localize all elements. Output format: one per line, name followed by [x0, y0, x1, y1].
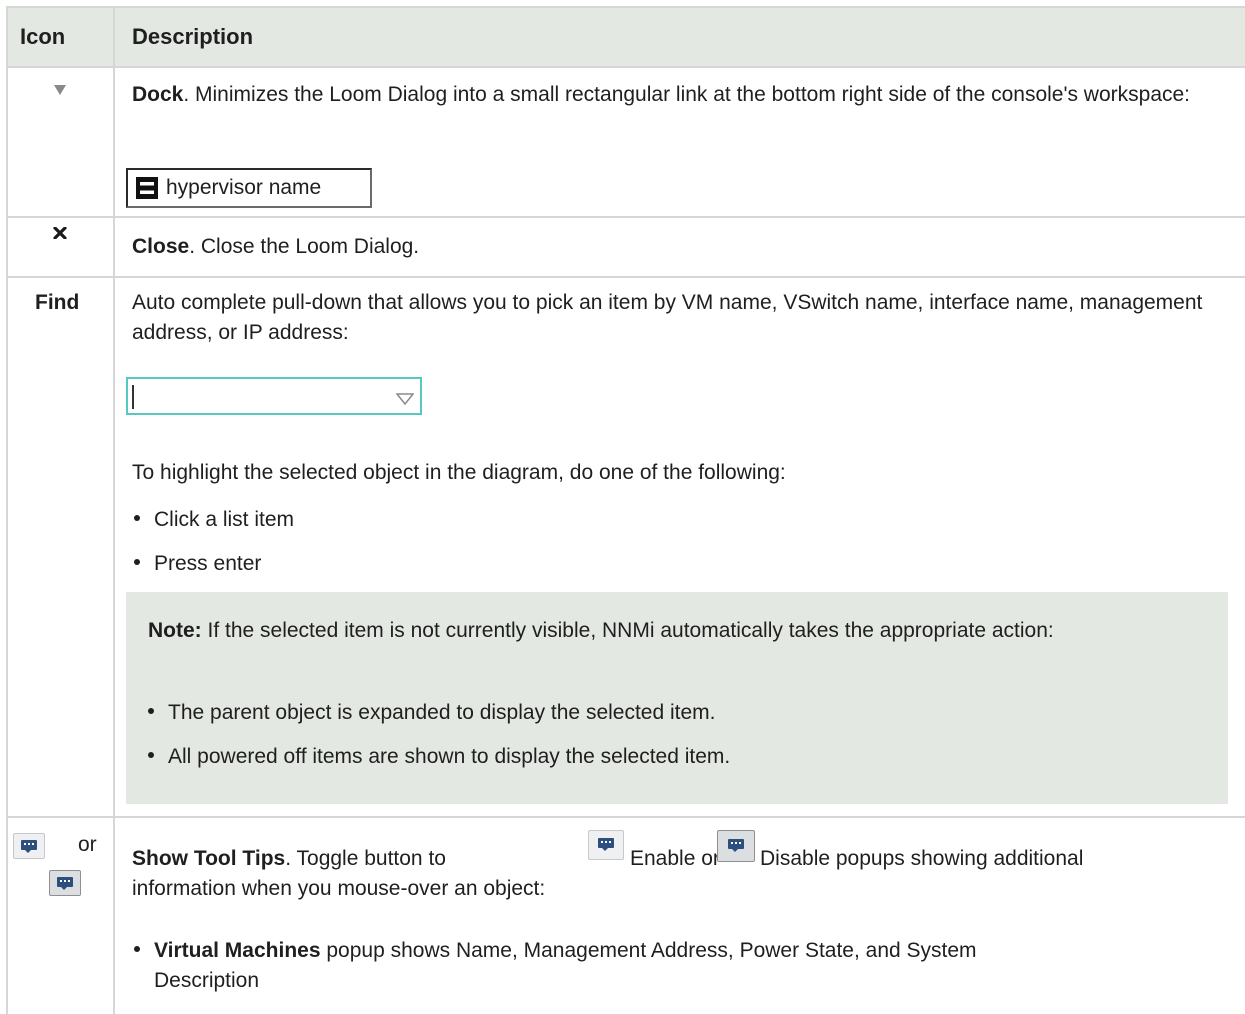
icon-or-text: or	[78, 833, 97, 856]
list-item-continuation: Description	[154, 969, 260, 992]
highlight-intro: To highlight the selected object in the …	[132, 461, 786, 484]
text-caret	[132, 385, 134, 409]
dock-chip-label: hypervisor name	[166, 176, 322, 199]
note-label: Note:	[148, 619, 202, 642]
dock-link-chip[interactable]: hypervisor name	[126, 168, 372, 208]
bullet-icon	[134, 515, 140, 522]
dropdown-arrow-icon[interactable]	[396, 393, 414, 405]
bullet-icon	[134, 559, 140, 566]
row-divider	[8, 816, 1245, 818]
close-text: . Close the Loom Dialog.	[189, 235, 420, 258]
bullet-icon	[148, 708, 154, 715]
close-title: Close	[132, 235, 190, 258]
icon-description-table: Icon Description Dock. Minimizes the Loo…	[6, 6, 1245, 1014]
header-icon: Icon	[20, 24, 66, 49]
row-divider	[8, 216, 1245, 218]
header-description: Description	[132, 24, 254, 49]
hypervisor-icon	[136, 177, 158, 199]
find-label: Find	[35, 291, 80, 314]
table-header: Icon Description	[8, 8, 1245, 68]
dock-title: Dock	[132, 83, 184, 106]
disable-text: Disable popups showing additional	[760, 847, 1084, 870]
bullet-icon	[134, 946, 140, 953]
row-divider	[8, 276, 1245, 278]
tooltip-enabled-icon[interactable]	[13, 833, 45, 859]
tooltips-title: Show Tool Tips	[132, 847, 286, 870]
tooltips-description-line2: information when you mouse-over an objec…	[132, 877, 546, 900]
tooltip-disable-icon[interactable]	[717, 830, 755, 862]
bullet-icon	[148, 752, 154, 759]
tooltip-enable-icon[interactable]	[588, 830, 624, 860]
list-item: Click a list item	[134, 505, 294, 535]
list-item: All powered off items are shown to displ…	[148, 742, 730, 772]
tooltip-disabled-icon[interactable]	[49, 870, 81, 896]
find-autocomplete-input[interactable]	[126, 377, 422, 415]
note-box: Note: If the selected item is not curren…	[126, 592, 1228, 804]
dock-text: . Minimizes the Loom Dialog into a small…	[183, 83, 1191, 106]
tooltips-description: Show Tool Tips. Toggle button to	[132, 847, 446, 870]
close-x-icon[interactable]	[53, 227, 67, 239]
list-item: The parent object is expanded to display…	[148, 698, 716, 728]
enable-text: Enable or	[630, 847, 720, 870]
find-description: Auto complete pull-down that allows you …	[132, 291, 1203, 344]
list-item: Virtual Machines popup shows Name, Manag…	[134, 936, 1194, 966]
close-description: Close. Close the Loom Dialog.	[132, 232, 1212, 262]
dock-description: Dock. Minimizes the Loom Dialog into a s…	[132, 80, 1212, 110]
dock-triangle-icon[interactable]	[54, 85, 66, 95]
column-divider	[113, 8, 115, 1014]
list-item: Press enter	[134, 549, 261, 579]
note-text: Note: If the selected item is not curren…	[148, 619, 1054, 642]
